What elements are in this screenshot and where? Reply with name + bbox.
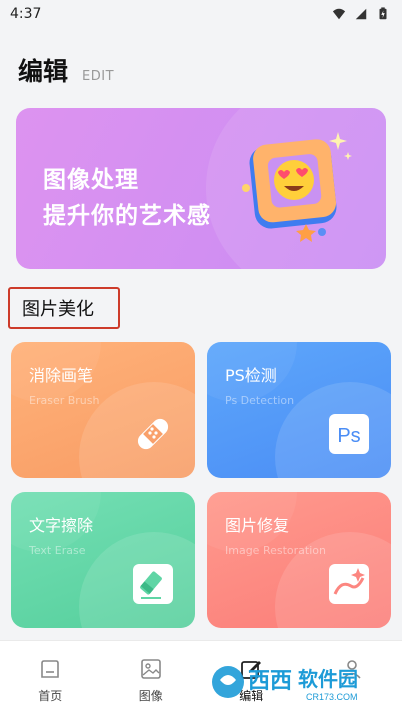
- status-time: 4:37: [10, 6, 42, 22]
- image-restoration-card[interactable]: 图片修复 Image Restoration: [207, 492, 391, 628]
- watermark-logo: 西西 软件园 CR173.COM: [212, 666, 358, 702]
- page-subtitle: EDIT: [82, 69, 115, 84]
- text-erase-card[interactable]: 文字擦除 Text Erase: [11, 492, 195, 628]
- card-title: 消除画笔: [29, 366, 94, 385]
- nav-label: 图像: [138, 689, 163, 703]
- home-icon: [41, 660, 60, 678]
- image-repair-icon: [329, 564, 369, 604]
- banner-line-1: 图像处理: [43, 167, 139, 193]
- status-bar: 4:37: [0, 0, 402, 28]
- status-icons: [332, 7, 390, 21]
- eraser-brush-card[interactable]: 消除画笔 Eraser Brush: [11, 342, 195, 478]
- page-header: 编辑 EDIT: [18, 52, 114, 88]
- nav-item-home[interactable]: 首页: [0, 641, 101, 715]
- wifi-icon: [332, 8, 346, 20]
- card-title: 图片修复: [225, 516, 290, 535]
- card-subtitle: Ps Detection: [225, 394, 295, 407]
- card-subtitle: Text Erase: [29, 544, 86, 557]
- ps-icon: Ps: [329, 414, 369, 454]
- svg-text:CR173.COM: CR173.COM: [306, 692, 358, 702]
- section-title: 图片美化: [8, 287, 120, 329]
- card-title: 文字擦除: [29, 516, 94, 535]
- nav-item-image[interactable]: 图像: [101, 641, 202, 715]
- svg-text:软件园: 软件园: [298, 667, 358, 691]
- svg-text:Ps: Ps: [337, 425, 360, 447]
- card-subtitle: Image Restoration: [225, 544, 326, 557]
- card-subtitle: Eraser Brush: [29, 394, 100, 407]
- battery-icon: [379, 7, 387, 20]
- card-title: PS检测: [225, 366, 277, 385]
- nav-label: 首页: [38, 689, 63, 703]
- promo-banner[interactable]: 图像处理 提升你的艺术感: [16, 108, 386, 269]
- signal-icon: [355, 8, 367, 20]
- bandage-icon: [137, 418, 169, 450]
- svg-text:西西: 西西: [248, 668, 292, 693]
- page-title: 编辑: [18, 57, 69, 86]
- emoji-frame-icon: [242, 132, 352, 242]
- banner-line-2: 提升你的艺术感: [43, 203, 211, 229]
- eraser-icon: [133, 564, 173, 604]
- ps-detection-card[interactable]: PS检测 Ps Detection Ps: [207, 342, 391, 478]
- image-icon: [140, 659, 161, 679]
